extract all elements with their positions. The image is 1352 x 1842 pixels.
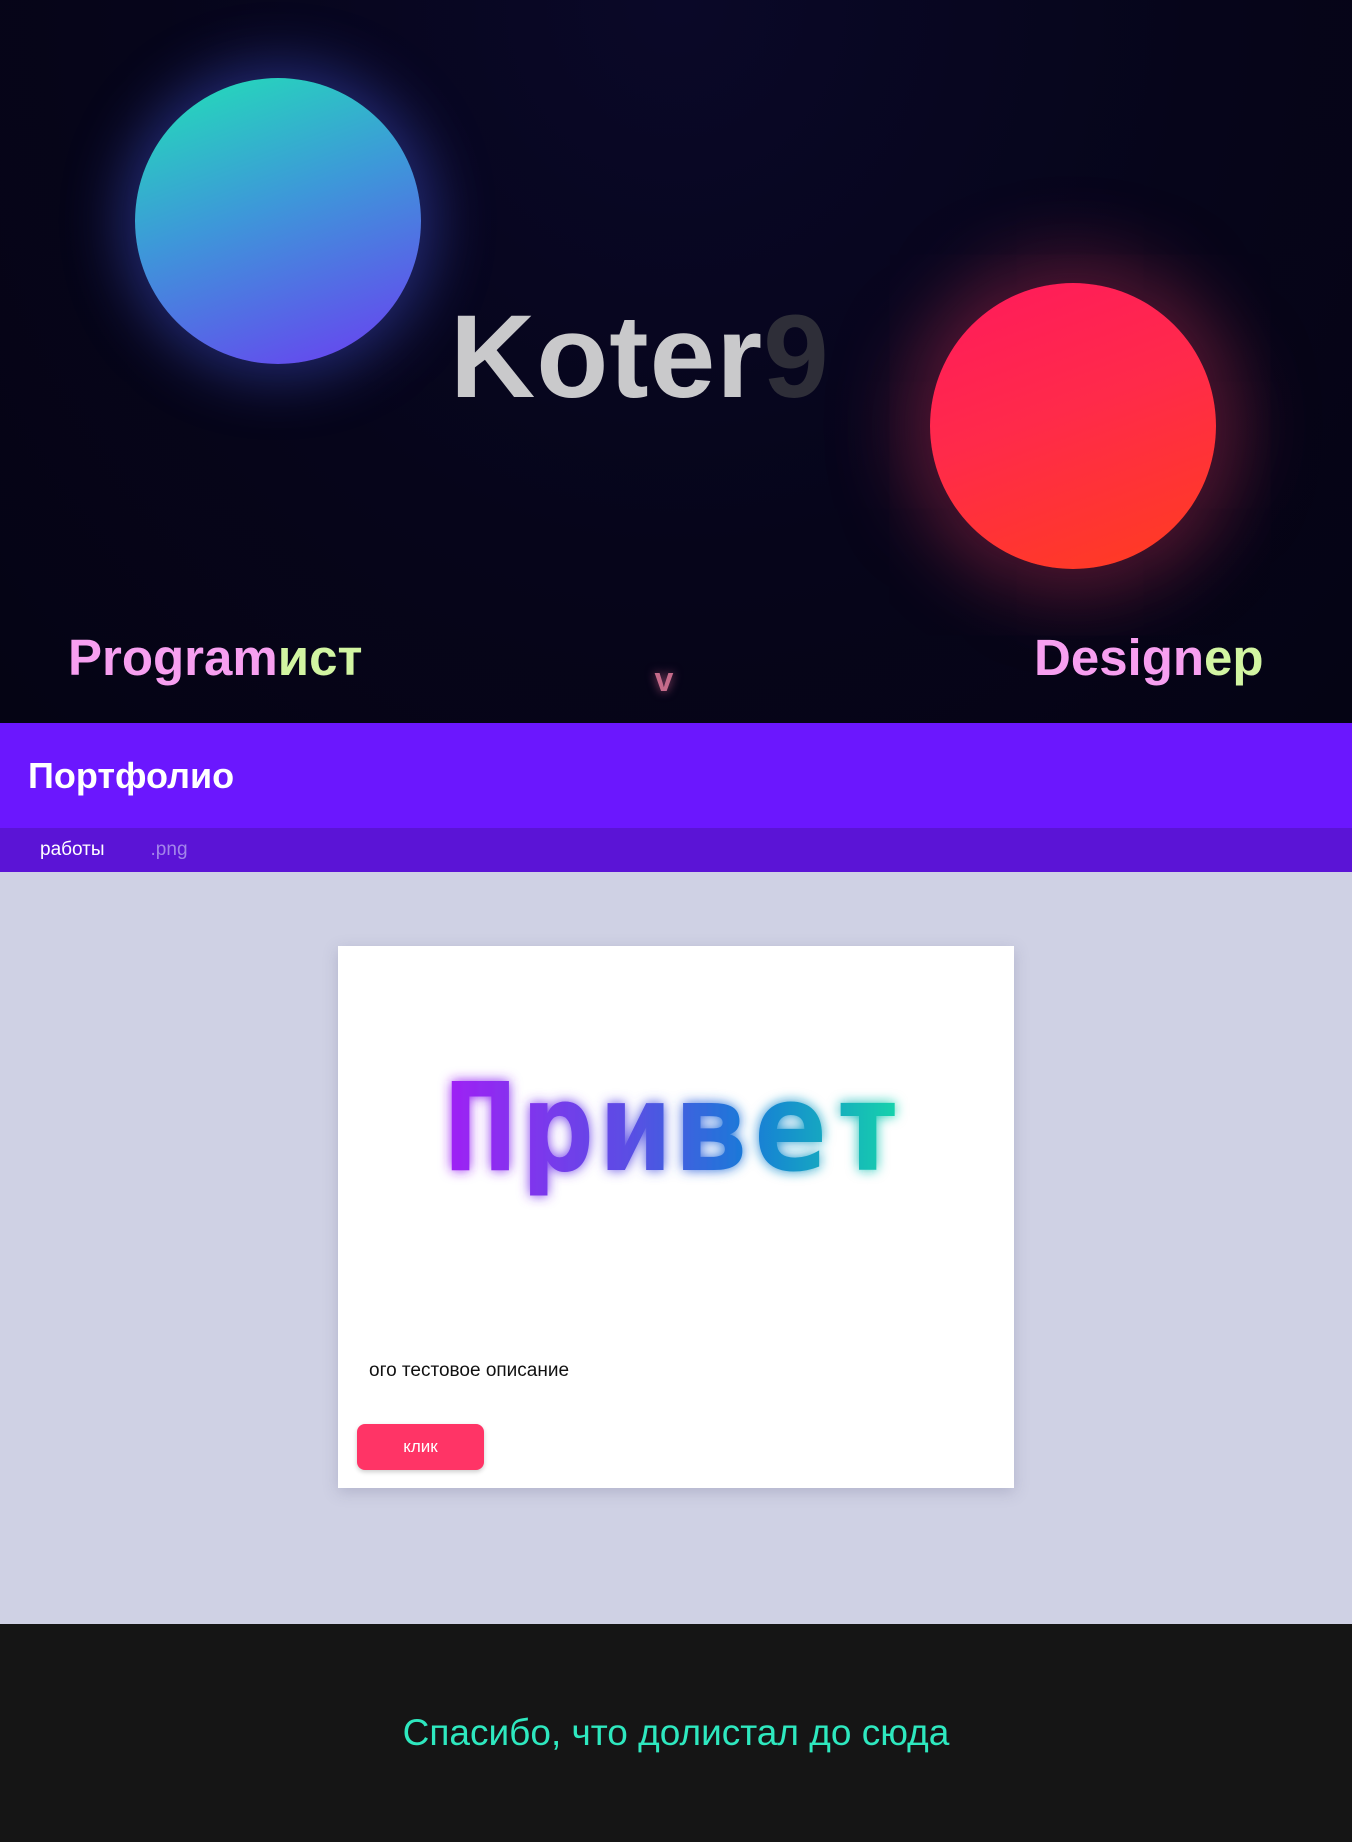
portfolio-card: Привет ого тестовое описание клик [338, 946, 1014, 1488]
page-title: Портфолио [28, 754, 235, 796]
card-description: ого тестовое описание [369, 1360, 570, 1381]
card-image-text: Привет [444, 1057, 909, 1199]
card-image-graphic: Привет [444, 1057, 909, 1199]
blue-gradient-orb [135, 78, 421, 364]
hero-section: Koter9 Programист v Designep [0, 0, 1352, 723]
role-designer-part1: Design [1034, 629, 1205, 686]
role-programmer-part1: Program [68, 629, 278, 686]
role-programmer-part2: ист [277, 629, 363, 686]
red-gradient-orb [930, 283, 1216, 569]
hero-title-dim: 9 [763, 291, 830, 423]
tab-works[interactable]: работы [40, 839, 105, 861]
footer: Спасибо, что долистал до сюда [0, 1624, 1352, 1842]
footer-thanks-text: Спасибо, что долистал до сюда [402, 1712, 950, 1753]
role-designer: Designep [1034, 632, 1264, 683]
portfolio-header: Портфолио [0, 723, 1352, 828]
card-image: Привет [338, 946, 1014, 1306]
role-programmer: Programист [68, 632, 362, 683]
hero-title-main: Koter [450, 291, 764, 423]
scroll-down-arrow[interactable]: v [649, 663, 679, 697]
main-content: Привет ого тестовое описание клик [0, 872, 1352, 1624]
role-designer-part2: ep [1204, 629, 1264, 686]
hero-title: Koter9 [450, 298, 920, 416]
tab-png[interactable]: .png [151, 839, 188, 861]
tab-bar: работы .png [0, 828, 1352, 872]
click-button[interactable]: клик [357, 1424, 484, 1470]
